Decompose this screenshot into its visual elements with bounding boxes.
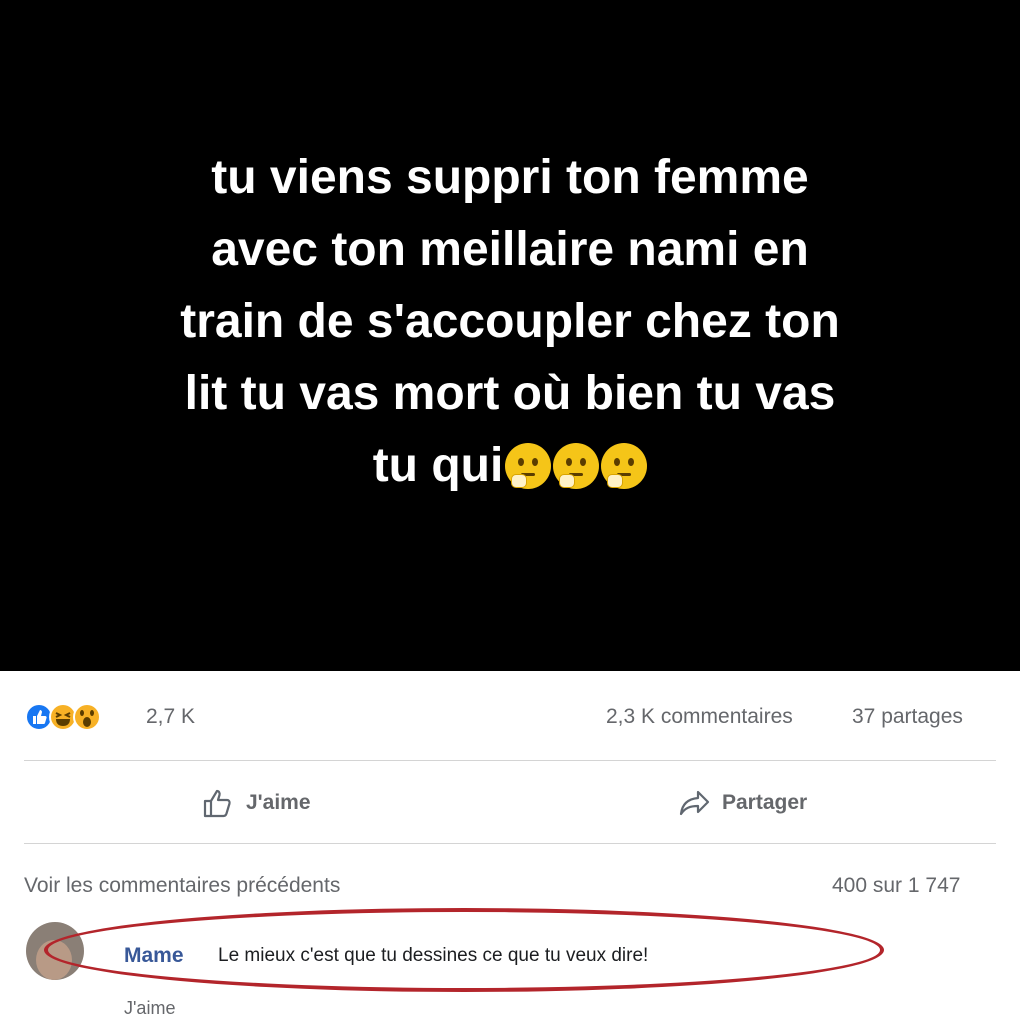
thinking-face-icon <box>505 443 552 489</box>
share-button-label: Partager <box>722 791 808 814</box>
thinking-face-icon <box>553 443 600 489</box>
thumbs-up-icon <box>203 789 231 818</box>
divider <box>24 760 996 761</box>
comment-like-link[interactable]: J'aime <box>124 998 175 1019</box>
post-text-line: tu qui <box>372 439 504 492</box>
divider <box>24 843 996 844</box>
post-text-line: avec ton meillaire nami en <box>211 223 809 276</box>
post-text-line: lit tu vas mort où bien tu vas <box>184 367 836 420</box>
shares-count[interactable]: 37 partages <box>852 705 963 729</box>
post-image: tu viens suppri ton femme avec ton meill… <box>0 0 1020 671</box>
thinking-face-icon <box>601 443 648 489</box>
like-button[interactable]: J'aime <box>202 786 311 820</box>
post-text-line: train de s'accoupler chez ton <box>180 295 840 348</box>
post-text-last-line: tu qui <box>60 430 960 502</box>
post-text-line: tu viens suppri ton femme <box>211 151 809 204</box>
reactions-count[interactable]: 2,7 K <box>146 705 195 729</box>
comments-pagination: 400 sur 1 747 <box>832 874 961 897</box>
red-highlight-ellipse <box>44 908 884 992</box>
share-button[interactable]: Partager <box>678 786 807 820</box>
view-previous-comments-link[interactable]: Voir les commentaires précédents <box>24 874 340 898</box>
share-arrow-icon <box>679 790 710 816</box>
comments-count[interactable]: 2,3 K commentaires <box>606 705 793 729</box>
wow-reaction-icon <box>73 703 101 731</box>
like-button-label: J'aime <box>246 791 311 814</box>
post-text: tu viens suppri ton femme avec ton meill… <box>60 142 960 502</box>
